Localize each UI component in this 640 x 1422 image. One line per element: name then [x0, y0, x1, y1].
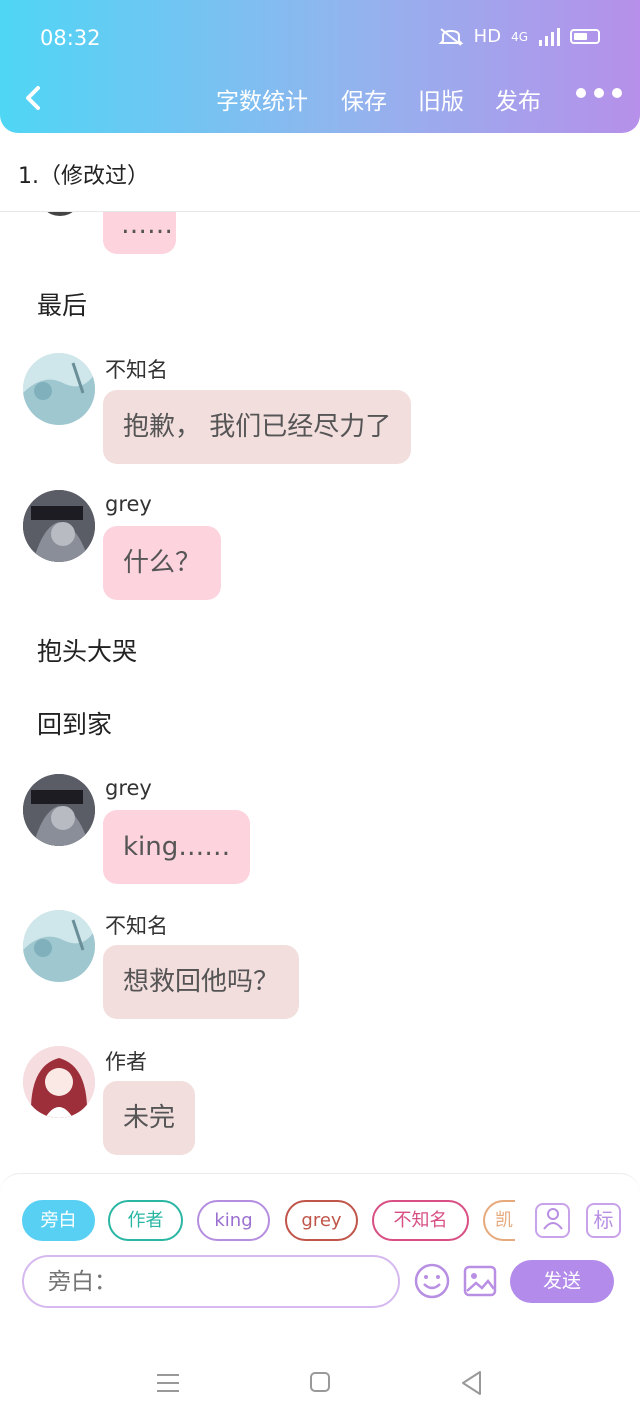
status-bar: 08:32 HD 4G	[40, 26, 600, 54]
message-bubble[interactable]: 什么？	[103, 526, 222, 600]
back-arrow-icon[interactable]	[20, 80, 50, 116]
narration-text: 回到家	[37, 710, 113, 739]
old-version-button[interactable]: 旧版	[418, 82, 464, 116]
sender-name: 作者	[105, 1050, 147, 1074]
narration-text: 最后	[37, 291, 88, 320]
avatar-partial	[38, 212, 82, 216]
document-title: 1.（修改过）	[18, 164, 149, 189]
message-bubble[interactable]: 未完	[103, 1081, 196, 1155]
signal-label: 4G	[511, 29, 528, 44]
system-nav-bar	[0, 1360, 640, 1410]
avatar-grey[interactable]	[23, 774, 95, 846]
send-button[interactable]: 发送	[510, 1260, 614, 1303]
image-icon[interactable]	[462, 1263, 498, 1299]
role-chip-grey[interactable]: grey	[285, 1200, 358, 1241]
top-bar: 08:32 HD 4G 字数统计 保存 旧版 发布	[0, 0, 640, 133]
avatar-unknown[interactable]	[23, 910, 95, 982]
word-count-button[interactable]: 字数统计	[216, 82, 308, 116]
message-bubble[interactable]: 想救回他吗？	[103, 945, 300, 1019]
message-bubble-partial[interactable]: ……	[103, 212, 176, 254]
more-options-icon[interactable]	[576, 88, 622, 98]
sender-name: grey	[105, 776, 152, 800]
message-bubble[interactable]: 抱歉， 我们已经尽力了	[103, 390, 412, 464]
sender-name: 不知名	[105, 914, 168, 938]
sender-name: grey	[105, 492, 152, 516]
battery-icon	[570, 29, 600, 44]
signal-icon	[539, 27, 560, 46]
message-bubble[interactable]: king……	[103, 810, 251, 884]
avatar-author[interactable]	[23, 1046, 95, 1118]
role-manage-icon[interactable]	[535, 1203, 570, 1238]
emoji-icon[interactable]	[413, 1262, 451, 1300]
mute-icon	[438, 27, 464, 46]
publish-button[interactable]: 发布	[495, 82, 541, 116]
status-time: 08:32	[40, 26, 101, 50]
narration-text: 抱头大哭	[37, 637, 138, 666]
message-input[interactable]	[22, 1255, 400, 1308]
chat-area[interactable]: …… 最后 不知名 抱歉， 我们已经尽力了 grey 什么？ 抱头大哭 回到家 …	[0, 212, 640, 1172]
tag-button[interactable]: 标	[586, 1203, 621, 1238]
home-icon[interactable]	[308, 1370, 332, 1394]
sender-name: 不知名	[105, 358, 168, 382]
status-icons: HD 4G	[438, 26, 600, 47]
save-button[interactable]: 保存	[341, 82, 387, 116]
avatar-unknown[interactable]	[23, 353, 95, 425]
back-icon[interactable]	[459, 1369, 485, 1397]
role-chip-unknown[interactable]: 不知名	[372, 1200, 469, 1241]
network-hd: HD	[473, 26, 502, 47]
avatar-grey[interactable]	[23, 490, 95, 562]
toolbar: 字数统计 保存 旧版 发布	[0, 78, 640, 118]
role-chip-king[interactable]: king	[197, 1200, 270, 1241]
menu-icon[interactable]	[155, 1370, 181, 1396]
role-chip-narrator[interactable]: 旁白	[22, 1200, 95, 1241]
role-chip-author[interactable]: 作者	[108, 1200, 183, 1241]
